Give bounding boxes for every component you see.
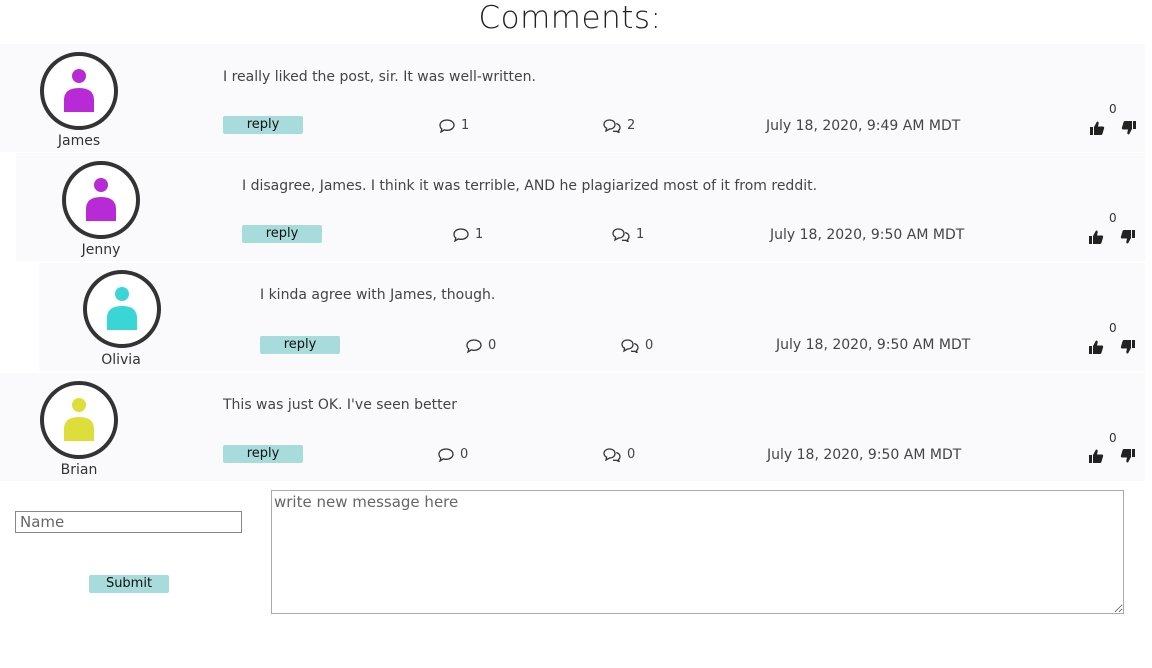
comment-count: 0 <box>438 447 468 462</box>
reply-count-value: 2 <box>627 118 636 133</box>
thumbs-up-icon[interactable] <box>1088 229 1104 245</box>
avatar <box>83 270 161 348</box>
name-input[interactable] <box>15 511 242 533</box>
vote-count: 0 <box>1109 211 1117 225</box>
comment-date: July 18, 2020, 9:49 AM MDT <box>766 118 961 134</box>
reply-count-value: 0 <box>645 338 654 353</box>
comment-count: 0 <box>466 338 496 353</box>
comment-card: Jenny I disagree, James. I think it was … <box>16 153 1145 261</box>
comment-count: 1 <box>453 227 483 242</box>
thumbs-up-icon[interactable] <box>1088 339 1104 355</box>
submit-button[interactable]: Submit <box>89 575 169 593</box>
double-speech-bubble-icon <box>603 447 621 462</box>
thumbs-up-icon[interactable] <box>1088 448 1104 464</box>
comment-card: Olivia I kinda agree with James, though.… <box>39 263 1145 371</box>
comment-text: I really liked the post, sir. It was wel… <box>223 69 536 85</box>
comment-count-value: 0 <box>460 447 469 462</box>
double-speech-bubble-icon <box>612 227 630 242</box>
double-speech-bubble-icon <box>603 118 621 133</box>
comment-count-value: 1 <box>475 227 484 242</box>
reply-count: 0 <box>603 447 635 462</box>
comment-card: James I really liked the post, sir. It w… <box>0 44 1145 152</box>
thumbs-down-icon[interactable] <box>1121 120 1137 136</box>
comment-text: I kinda agree with James, though. <box>260 287 496 303</box>
comment-count-value: 1 <box>461 118 470 133</box>
comment-count: 1 <box>439 118 469 133</box>
comment-date: July 18, 2020, 9:50 AM MDT <box>776 337 971 353</box>
reply-count-value: 0 <box>627 447 636 462</box>
comment-date: July 18, 2020, 9:50 AM MDT <box>770 227 965 243</box>
comment-text: I disagree, James. I think it was terrib… <box>242 178 818 194</box>
reply-count: 0 <box>621 338 653 353</box>
vote-count: 0 <box>1109 431 1117 445</box>
comment-date: July 18, 2020, 9:50 AM MDT <box>767 447 962 463</box>
comment-text: This was just OK. I've seen better <box>223 397 457 413</box>
page-title: Comments: <box>478 0 662 36</box>
thumbs-down-icon[interactable] <box>1120 448 1136 464</box>
avatar <box>40 381 118 459</box>
reply-button[interactable]: reply <box>260 336 340 354</box>
vote-count: 0 <box>1109 102 1117 116</box>
user-silhouette-icon <box>64 69 94 112</box>
message-textarea[interactable] <box>271 490 1124 614</box>
comment-card: Brian This was just OK. I've seen better… <box>0 373 1145 481</box>
reply-button[interactable]: reply <box>223 445 303 463</box>
comment-count-value: 0 <box>488 338 497 353</box>
reply-count: 2 <box>603 118 635 133</box>
comment-author: Olivia <box>101 352 141 368</box>
double-speech-bubble-icon <box>621 338 639 353</box>
thumbs-down-icon[interactable] <box>1120 339 1136 355</box>
thumbs-up-icon[interactable] <box>1089 120 1105 136</box>
speech-bubble-icon <box>466 338 482 353</box>
avatar <box>62 161 140 239</box>
thumbs-down-icon[interactable] <box>1120 229 1136 245</box>
comment-author: Brian <box>60 462 98 478</box>
user-silhouette-icon <box>64 398 94 441</box>
user-silhouette-icon <box>107 287 137 330</box>
reply-count: 1 <box>612 227 644 242</box>
reply-button[interactable]: reply <box>242 225 322 243</box>
avatar <box>40 52 118 130</box>
vote-count: 0 <box>1109 321 1117 335</box>
speech-bubble-icon <box>453 227 469 242</box>
comment-author: Jenny <box>81 242 121 258</box>
speech-bubble-icon <box>439 118 455 133</box>
reply-button[interactable]: reply <box>223 116 303 134</box>
user-silhouette-icon <box>86 178 116 221</box>
speech-bubble-icon <box>438 447 454 462</box>
reply-count-value: 1 <box>636 227 645 242</box>
comment-author: James <box>57 133 101 149</box>
